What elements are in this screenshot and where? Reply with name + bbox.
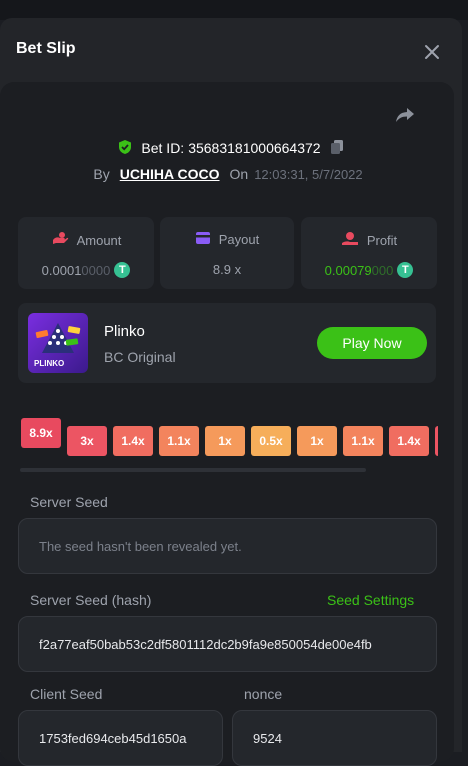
multiplier-slot: 1x bbox=[205, 426, 245, 456]
bet-by-row: By UCHIHA COCO On 12:03:31, 5/7/2022 bbox=[0, 162, 456, 186]
client-seed-value: 1753fed694ceb45d1650a bbox=[39, 730, 187, 746]
multiplier-slot-hit: 8.9x bbox=[21, 418, 61, 448]
bet-id-value: 35683181000664372 bbox=[188, 140, 321, 156]
multiplier-slot: 1.4x bbox=[389, 426, 429, 456]
copy-icon[interactable] bbox=[329, 139, 345, 158]
share-icon[interactable] bbox=[394, 104, 416, 126]
amount-icon bbox=[51, 231, 69, 250]
multiplier-slot: 3x bbox=[67, 426, 107, 456]
client-seed-field[interactable]: 1753fed694ceb45d1650a bbox=[18, 710, 223, 766]
server-seed-value: The seed hasn't been revealed yet. bbox=[39, 538, 242, 554]
amount-value: 0.00010000 bbox=[41, 262, 111, 278]
nonce-label: nonce bbox=[244, 686, 283, 702]
by-label: By bbox=[93, 166, 110, 182]
profit-card: Profit 0.00079000 T bbox=[301, 217, 437, 289]
bet-id-row: Bet ID: 35683181000664372 bbox=[0, 136, 462, 160]
nonce-field[interactable]: 9524 bbox=[232, 710, 437, 766]
server-seed-field: The seed hasn't been revealed yet. bbox=[18, 518, 437, 574]
multiplier-slot-partial bbox=[435, 426, 438, 456]
server-hash-label: Server Seed (hash) bbox=[30, 592, 152, 608]
multiplier-slot: 1.1x bbox=[159, 426, 199, 456]
shield-check-icon bbox=[117, 139, 133, 158]
server-hash-field[interactable]: f2a77eaf50bab53c2df5801112dc2b9fa9e85005… bbox=[18, 616, 437, 672]
usdt-coin-icon: T bbox=[114, 262, 131, 278]
amount-label: Amount bbox=[76, 233, 122, 248]
multiplier-slot: 0.5x bbox=[251, 426, 291, 456]
top-strip bbox=[0, 0, 468, 20]
payout-card: Payout 8.9 x bbox=[160, 217, 294, 289]
multiplier-scrollbar[interactable] bbox=[20, 468, 366, 472]
multiplier-slot: 1.4x bbox=[113, 426, 153, 456]
amount-card: Amount 0.00010000 T bbox=[18, 217, 154, 289]
server-seed-label: Server Seed bbox=[30, 494, 108, 510]
game-subtitle: BC Original bbox=[104, 349, 176, 365]
nonce-value: 9524 bbox=[253, 730, 282, 746]
multiplier-slot: 1.1x bbox=[343, 426, 383, 456]
username-link[interactable]: UCHIHA COCO bbox=[120, 166, 220, 182]
bet-datetime: 12:03:31, 5/7/2022 bbox=[254, 166, 363, 182]
server-hash-value: f2a77eaf50bab53c2df5801112dc2b9fa9e85005… bbox=[39, 636, 372, 652]
client-seed-label: Client Seed bbox=[30, 686, 103, 702]
play-now-button[interactable]: Play Now bbox=[317, 327, 427, 359]
wallet-icon bbox=[195, 231, 211, 248]
profit-value: 0.00079000 bbox=[324, 262, 394, 278]
plinko-thumbnail[interactable]: PLINKO bbox=[28, 313, 88, 373]
svg-text:PLINKO: PLINKO bbox=[34, 359, 64, 368]
game-name: Plinko bbox=[104, 323, 145, 340]
close-icon[interactable] bbox=[422, 42, 442, 62]
profit-icon bbox=[341, 231, 359, 250]
profit-label: Profit bbox=[366, 233, 398, 248]
multiplier-slot: 1x bbox=[297, 426, 337, 456]
game-card: PLINKO Plinko BC Original Play Now bbox=[18, 303, 436, 383]
multiplier-strip: 8.9x 3x 1.4x 1.1x 1x 0.5x 1x 1.1x 1.4x bbox=[20, 398, 438, 460]
payout-value: 8.9 x bbox=[212, 262, 242, 277]
on-label: On bbox=[229, 166, 249, 182]
modal-title: Bet Slip bbox=[16, 40, 76, 57]
seed-settings-link[interactable]: Seed Settings bbox=[327, 592, 414, 608]
payout-label: Payout bbox=[218, 232, 260, 247]
bet-id-label: Bet ID: bbox=[141, 140, 185, 156]
usdt-coin-icon: T bbox=[397, 262, 414, 278]
